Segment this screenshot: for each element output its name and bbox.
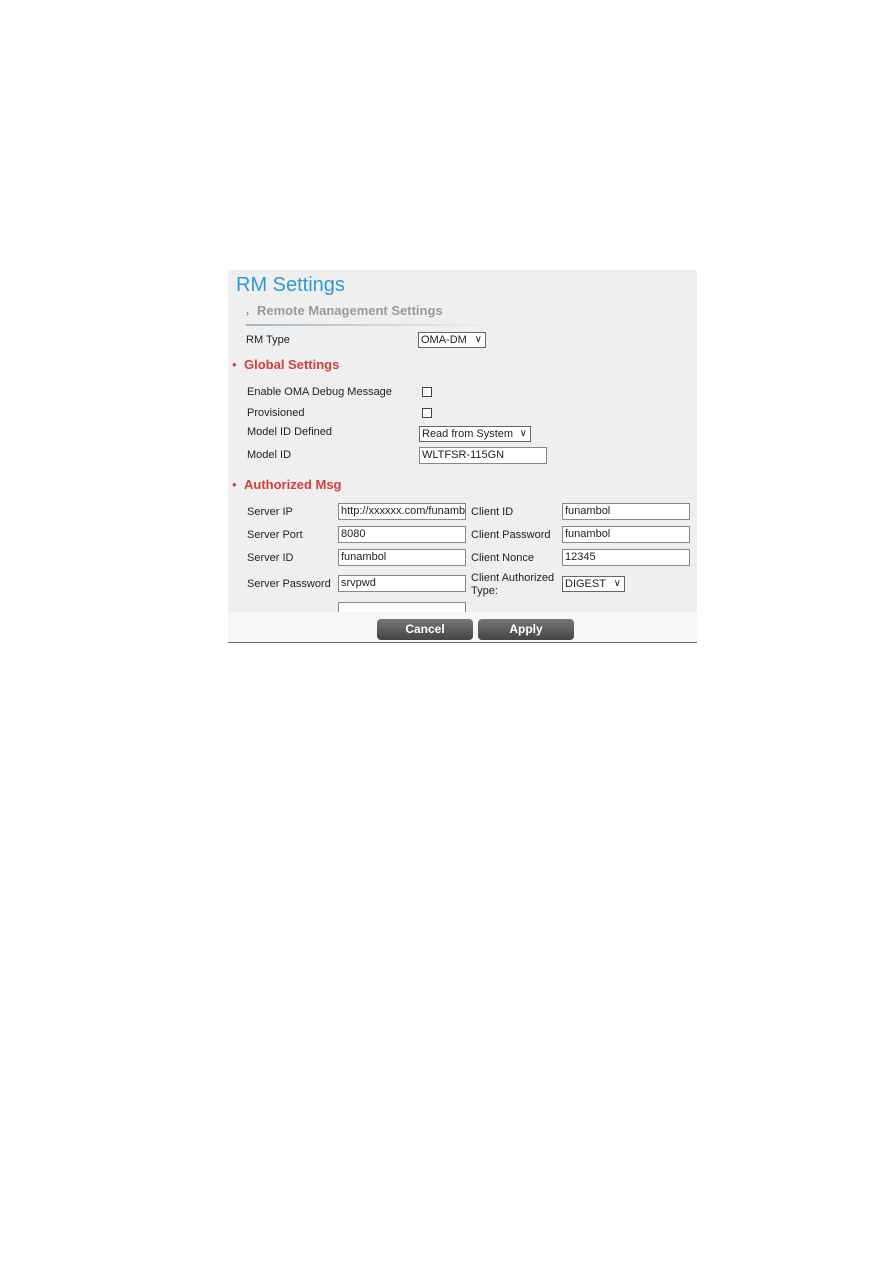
section-subheader: Remote Management Settings — [257, 303, 443, 318]
client-password-label: Client Password — [471, 529, 551, 541]
model-id-defined-label: Model ID Defined — [247, 426, 332, 438]
client-id-input[interactable]: funambol — [562, 503, 690, 520]
provisioned-label: Provisioned — [247, 407, 305, 419]
rm-type-label: RM Type — [246, 334, 290, 346]
server-password-label: Server Password — [247, 578, 331, 590]
rm-type-value: OMA-DM — [421, 334, 467, 346]
chevron-down-icon: ∨ — [519, 428, 527, 439]
rm-settings-panel: RM Settings › Remote Management Settings… — [228, 270, 697, 643]
chevron-down-icon: ∨ — [474, 334, 482, 345]
model-id-label: Model ID — [247, 449, 292, 461]
client-auth-type-select[interactable]: DIGEST ∨ — [562, 576, 625, 592]
page-title: RM Settings — [236, 274, 345, 296]
cancel-button[interactable]: Cancel — [377, 619, 473, 640]
chevron-down-icon: ∨ — [613, 578, 621, 589]
client-nonce-label: Client Nonce — [471, 552, 534, 564]
divider — [246, 324, 496, 326]
provisioned-checkbox[interactable] — [422, 408, 432, 418]
model-id-defined-value: Read from System — [422, 428, 514, 440]
client-auth-type-label-2: Type: — [471, 585, 498, 597]
server-port-label: Server Port — [247, 529, 303, 541]
client-nonce-input[interactable]: 12345 — [562, 549, 690, 566]
debug-checkbox[interactable] — [422, 387, 432, 397]
server-port-input[interactable]: 8080 — [338, 526, 466, 543]
server-ip-input[interactable]: http://xxxxxx.com/funamb — [338, 503, 466, 520]
server-ip-label: Server IP — [247, 506, 293, 518]
client-id-label: Client ID — [471, 506, 514, 518]
model-id-defined-select[interactable]: Read from System ∨ — [419, 426, 531, 442]
client-auth-type-label: Client Authorized — [471, 572, 555, 584]
client-password-input[interactable]: funambol — [562, 526, 690, 543]
authorized-msg-heading: Authorized Msg — [244, 477, 342, 492]
global-settings-heading: Global Settings — [244, 357, 340, 372]
client-auth-type-value: DIGEST — [565, 578, 606, 590]
footer-bar: Cancel Apply — [228, 612, 697, 643]
rm-type-select[interactable]: OMA-DM ∨ — [418, 332, 486, 348]
server-id-label: Server ID — [247, 552, 294, 564]
arrow-icon: › — [246, 308, 249, 318]
server-password-input[interactable]: srvpwd — [338, 575, 466, 592]
bullet-icon: • — [232, 477, 237, 492]
server-id-input[interactable]: funambol — [338, 549, 466, 566]
debug-label: Enable OMA Debug Message — [247, 386, 392, 398]
apply-button[interactable]: Apply — [478, 619, 574, 640]
model-id-input[interactable]: WLTFSR-115GN — [419, 447, 547, 464]
bullet-icon: • — [232, 357, 237, 372]
